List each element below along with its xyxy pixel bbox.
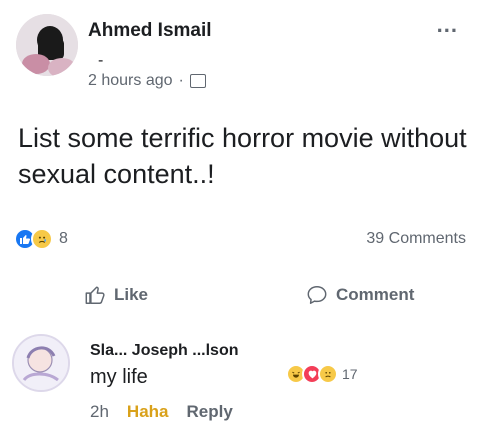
commenter-avatar[interactable] bbox=[12, 334, 70, 392]
comment-reactions[interactable]: 17 bbox=[286, 364, 358, 384]
comment-button[interactable]: Comment bbox=[306, 284, 414, 306]
thumbs-up-icon bbox=[85, 286, 105, 304]
post-time[interactable]: 2 hours ago bbox=[88, 72, 173, 90]
comment-actions: 2h Haha Reply bbox=[90, 402, 233, 422]
reaction-icons[interactable]: 8 bbox=[14, 228, 68, 250]
comment-reply-button[interactable]: Reply bbox=[187, 402, 233, 422]
comment-label: Comment bbox=[336, 285, 415, 304]
author-avatar[interactable] bbox=[16, 14, 78, 76]
comment-text: my life bbox=[90, 366, 148, 388]
comments-count[interactable]: 39 Comments bbox=[366, 230, 466, 248]
globe-icon[interactable] bbox=[189, 74, 206, 88]
reactions-summary: 8 39 Comments bbox=[14, 226, 466, 254]
commenter-avatar-image bbox=[14, 336, 68, 390]
more-icon[interactable]: ... bbox=[437, 14, 458, 36]
sad-icon bbox=[318, 364, 338, 384]
post-actions: Like Comment bbox=[0, 278, 480, 318]
comment-item: Sla... Joseph ...lson my life 17 2h Haha… bbox=[0, 326, 480, 426]
avatar-image bbox=[16, 14, 78, 76]
comment-icon bbox=[307, 286, 327, 304]
author-subtext: - bbox=[98, 52, 104, 69]
like-label: Like bbox=[114, 285, 149, 304]
post-header: Ahmed Ismail - 2 hours ago · ... bbox=[10, 8, 470, 98]
post-text: List some terrific horror movie without … bbox=[18, 123, 467, 189]
facebook-post: Ahmed Ismail - 2 hours ago · ... List so… bbox=[0, 0, 480, 426]
comment-haha-button[interactable]: Haha bbox=[127, 402, 169, 422]
sad-icon bbox=[31, 228, 53, 250]
comment-reaction-count: 17 bbox=[342, 366, 358, 382]
post-meta: 2 hours ago · bbox=[88, 72, 206, 90]
commenter-name[interactable]: Sla... Joseph ...lson bbox=[90, 342, 238, 360]
like-button[interactable]: Like bbox=[84, 284, 148, 306]
meta-separator: · bbox=[178, 72, 184, 89]
comment-time[interactable]: 2h bbox=[90, 402, 109, 422]
reaction-count: 8 bbox=[59, 230, 68, 247]
author-name[interactable]: Ahmed Ismail bbox=[88, 20, 212, 42]
